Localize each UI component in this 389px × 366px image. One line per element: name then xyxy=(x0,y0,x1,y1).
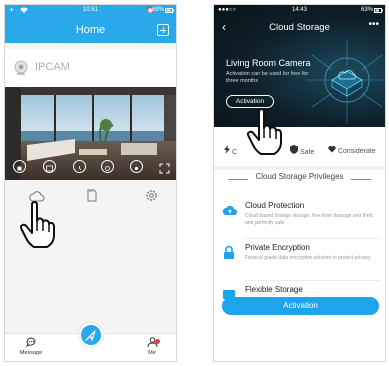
timer-button[interactable] xyxy=(101,160,114,173)
sd-card-icon[interactable] xyxy=(87,189,97,207)
battery-percent: 69% xyxy=(151,7,164,13)
page-title: Cloud Storage xyxy=(269,22,330,33)
message-icon xyxy=(25,337,35,348)
feature-considerate: Considerate xyxy=(328,145,376,155)
lock-icon xyxy=(222,245,236,265)
privilege-title: Private Encryption xyxy=(245,243,310,252)
camera-icon xyxy=(13,60,29,81)
tab-me[interactable]: Me xyxy=(134,337,170,356)
more-icon[interactable]: ••• xyxy=(368,19,379,30)
privilege-item: Cloud Protection Cloud based footage sto… xyxy=(214,195,385,239)
settings-gear-icon[interactable] xyxy=(145,189,158,207)
hand-pointer-icon xyxy=(246,108,282,155)
privileges-heading: Cloud Storage Privileges xyxy=(214,172,385,188)
section-divider xyxy=(214,166,385,170)
lightning-icon xyxy=(224,145,230,154)
privilege-title: Flexible Storage xyxy=(245,285,303,294)
status-bar: ✈ 10:51 ⏰ 69% xyxy=(5,5,176,17)
clock-button[interactable] xyxy=(73,160,86,173)
notification-dot xyxy=(155,339,160,344)
compass-icon xyxy=(85,330,96,341)
heart-icon xyxy=(328,145,336,153)
privilege-title: Cloud Protection xyxy=(245,201,305,210)
status-bar: ●●●○○ 14:43 63% xyxy=(214,5,385,17)
privilege-desc: Finance grade data encryption solution t… xyxy=(245,255,371,261)
preview-controls xyxy=(5,160,176,174)
app-header: ‹ Cloud Storage ••• xyxy=(214,17,385,39)
feature-badges: C Safe Considerate xyxy=(214,143,385,159)
feature-safe: Safe xyxy=(290,145,314,156)
tab-message-label: Message xyxy=(19,350,43,356)
feature-label: C xyxy=(231,149,238,156)
activation-button[interactable]: Activation xyxy=(222,297,379,315)
hand-pointer-icon xyxy=(19,201,55,248)
tab-me-label: Me xyxy=(148,350,156,356)
home-screen: ✈ 10:51 ⏰ 69% Home IPCAM Message Me xyxy=(4,4,177,362)
cloud-storage-screen: ●●●○○ 14:43 63% ‹ Cloud Storage ••• Livi… xyxy=(213,4,386,362)
privilege-item: Flexible Storage xyxy=(214,279,385,299)
status-time: 14:43 xyxy=(291,7,307,13)
bottom-tab-bar: Message Me xyxy=(5,323,176,361)
battery-icon xyxy=(374,8,383,15)
battery-icon xyxy=(165,8,174,15)
tab-message[interactable]: Message xyxy=(13,337,49,356)
record-button[interactable] xyxy=(130,160,143,173)
cloud-upload-icon xyxy=(222,203,238,222)
cloud-storage-hero: ●●●○○ 14:43 63% ‹ Cloud Storage ••• Livi… xyxy=(214,5,385,127)
home-center-button[interactable] xyxy=(79,323,103,347)
battery-percent: 63% xyxy=(360,7,373,13)
cloud-chip-illustration xyxy=(307,40,385,123)
app-header: Home xyxy=(5,17,176,43)
feature-fast: C xyxy=(224,145,237,156)
add-device-button[interactable] xyxy=(157,24,169,36)
page-title: Home xyxy=(75,24,106,36)
activation-note: Activation can be used for free for thre… xyxy=(226,71,309,84)
feature-label: Considerate xyxy=(337,148,376,155)
camera-preview[interactable] xyxy=(5,87,176,180)
fullscreen-icon[interactable] xyxy=(159,161,170,179)
playback-button[interactable] xyxy=(43,160,56,173)
stop-button[interactable] xyxy=(13,160,26,173)
camera-name: IPCAM xyxy=(35,61,70,73)
shield-icon xyxy=(290,145,298,154)
camera-list-item[interactable]: IPCAM xyxy=(5,49,176,87)
activation-pill-button[interactable]: Activation xyxy=(226,95,274,108)
feature-label: Safe xyxy=(299,149,315,156)
privilege-desc: Cloud based footage storage, free from d… xyxy=(245,213,374,226)
device-name: Living Room Camera xyxy=(226,58,311,68)
privilege-item: Private Encryption Finance grade data en… xyxy=(214,237,385,281)
